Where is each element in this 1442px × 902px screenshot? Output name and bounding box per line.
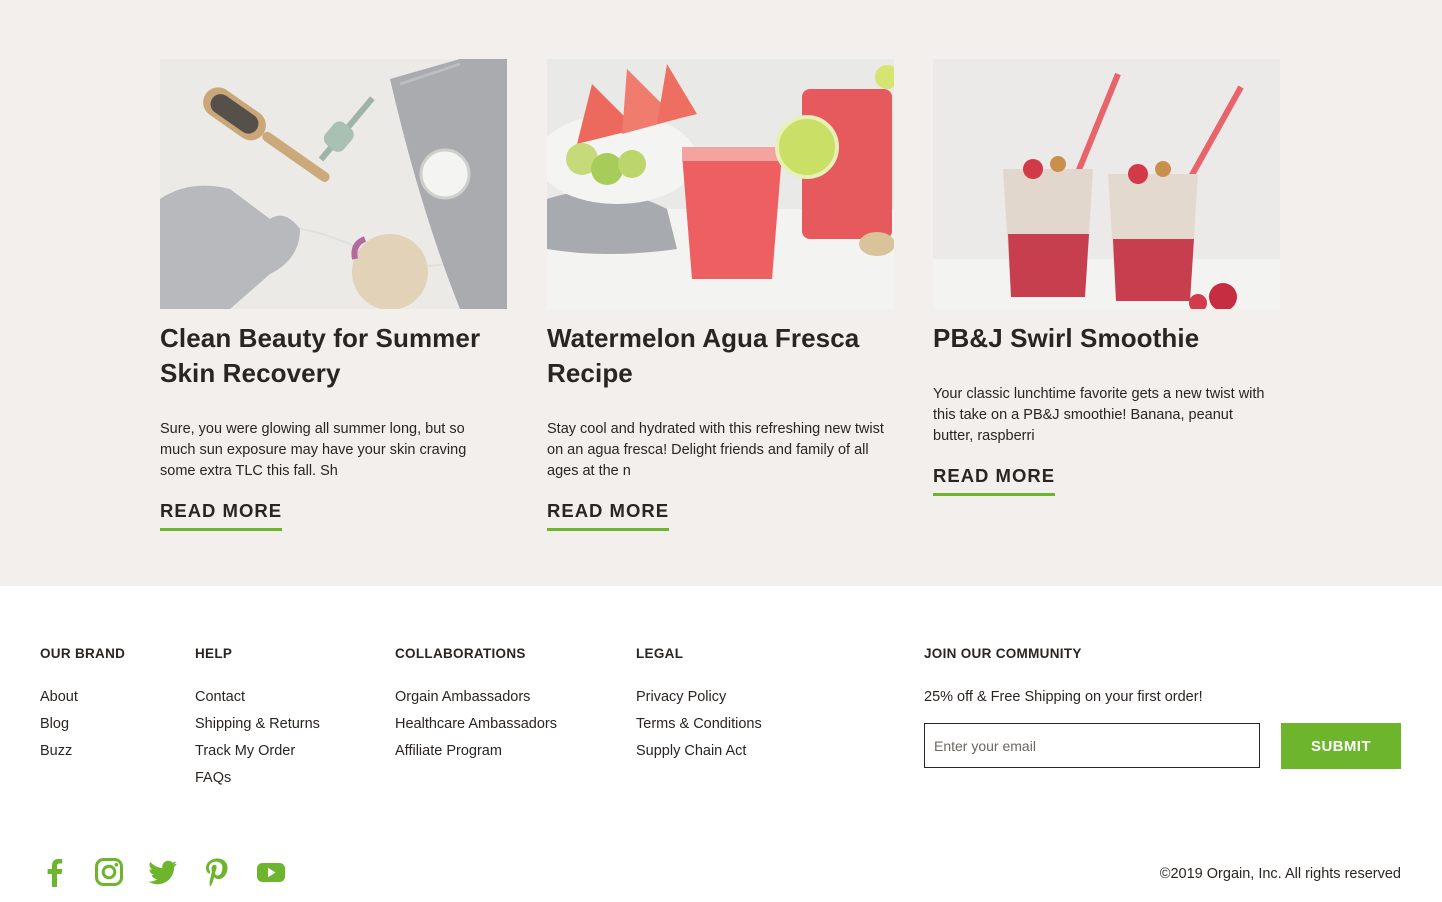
article-title[interactable]: Clean Beauty for Summer Skin Recovery [160,321,507,391]
copyright-text: ©2019 Orgain, Inc. All rights reserved [1159,866,1401,882]
article-excerpt: Stay cool and hydrated with this refresh… [547,421,884,479]
email-input[interactable] [924,723,1260,768]
footer-col-our-brand: OUR BRAND About Blog Buzz [40,646,125,765]
footer-link-terms-conditions[interactable]: Terms & Conditions [636,711,762,738]
footer-link-supply-chain-act[interactable]: Supply Chain Act [636,738,762,765]
footer-link-contact[interactable]: Contact [195,684,320,711]
youtube-icon[interactable] [256,857,286,887]
footer-heading: COLLABORATIONS [395,646,526,661]
article-card: PB&J Swirl Smoothie Your classic lunchti… [933,59,1280,496]
article-image-watermelon[interactable] [547,59,894,309]
submit-button[interactable]: SUBMIT [1281,723,1401,769]
pbj-smoothie-image [933,59,1280,309]
pinterest-icon[interactable] [202,857,232,887]
article-excerpt: Your classic lunchtime favorite gets a n… [933,386,1265,444]
beauty-flatlay-image [160,59,507,309]
watermelon-drinks-image [547,59,894,309]
community-offer-text: 25% off & Free Shipping on your first or… [924,689,1203,705]
blog-section: Clean Beauty for Summer Skin Recovery Su… [0,0,1442,586]
read-more-link[interactable]: READ MORE [933,465,1056,496]
footer-col-collaborations: COLLABORATIONS Orgain Ambassadors Health… [395,646,557,765]
footer-link-shipping-returns[interactable]: Shipping & Returns [195,711,320,738]
article-title[interactable]: Watermelon Agua Fresca Recipe [547,321,894,391]
footer-link-orgain-ambassadors[interactable]: Orgain Ambassadors [395,684,557,711]
footer-link-privacy-policy[interactable]: Privacy Policy [636,684,762,711]
social-links [40,857,310,887]
article-image-smoothie[interactable] [933,59,1280,309]
facebook-icon[interactable] [40,857,70,887]
read-more-link[interactable]: READ MORE [547,500,670,531]
footer-heading: HELP [195,646,233,661]
article-title[interactable]: PB&J Swirl Smoothie [933,321,1280,356]
footer-link-faqs[interactable]: FAQs [195,765,320,792]
footer-heading: LEGAL [636,646,684,661]
footer-col-legal: LEGAL Privacy Policy Terms & Conditions … [636,646,762,765]
article-card: Clean Beauty for Summer Skin Recovery Su… [160,59,507,531]
footer-heading: OUR BRAND [40,646,126,661]
footer-col-help: HELP Contact Shipping & Returns Track My… [195,646,320,792]
footer-link-buzz[interactable]: Buzz [40,738,125,765]
article-image-beauty[interactable] [160,59,507,309]
footer-col-community: JOIN OUR COMMUNITY 25% off & Free Shippi… [924,646,1401,769]
instagram-icon[interactable] [94,857,124,887]
article-excerpt: Sure, you were glowing all summer long, … [160,421,467,479]
footer-link-affiliate-program[interactable]: Affiliate Program [395,738,557,765]
site-footer: OUR BRAND About Blog Buzz HELP Contact S… [0,586,1442,902]
read-more-link[interactable]: READ MORE [160,500,283,531]
article-card: Watermelon Agua Fresca Recipe Stay cool … [547,59,894,531]
footer-link-blog[interactable]: Blog [40,711,125,738]
footer-link-about[interactable]: About [40,684,125,711]
footer-heading: JOIN OUR COMMUNITY [924,646,1082,661]
footer-link-healthcare-ambassadors[interactable]: Healthcare Ambassadors [395,711,557,738]
footer-link-track-order[interactable]: Track My Order [195,738,320,765]
twitter-icon[interactable] [148,857,178,887]
